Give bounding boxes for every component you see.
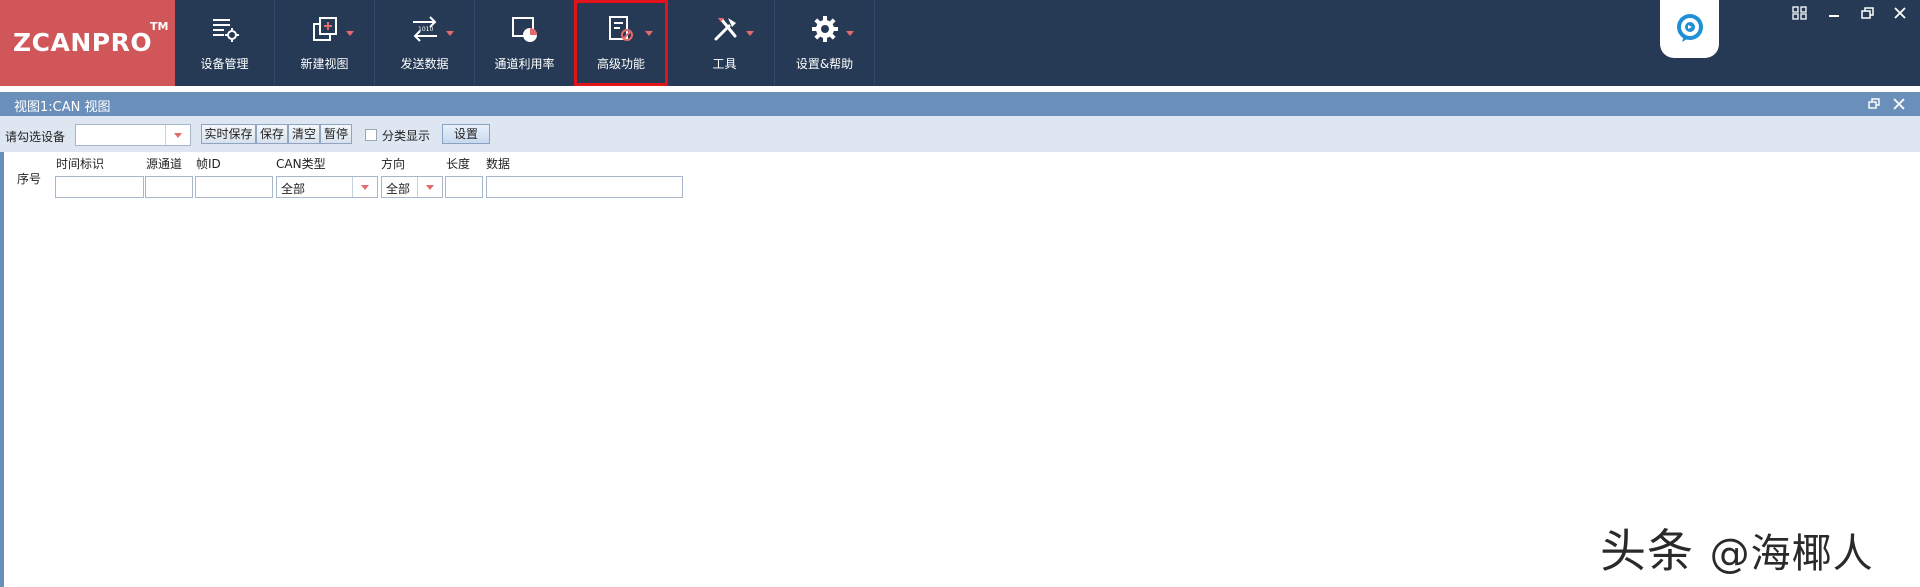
tool-label: 工具 xyxy=(712,57,737,71)
layout-icon xyxy=(1792,6,1807,20)
settings-button[interactable]: 设置 xyxy=(442,124,490,144)
tool-label: 发送数据 xyxy=(400,57,449,71)
restore-icon[interactable] xyxy=(1866,96,1882,112)
minimize-button[interactable] xyxy=(1825,6,1843,20)
tool-label: 通道利用率 xyxy=(494,57,555,71)
data-filter-input[interactable] xyxy=(486,176,683,198)
column-frame-id: 帧ID xyxy=(196,157,221,171)
chevron-down-icon xyxy=(746,31,754,36)
chevron-down-icon[interactable] xyxy=(352,177,377,197)
logo-text: ZCANPRO xyxy=(13,28,153,57)
can-type-filter-value: 全部 xyxy=(281,182,306,196)
save-button[interactable]: 保存 xyxy=(256,124,288,144)
restore-button[interactable] xyxy=(1858,6,1876,20)
column-timestamp: 时间标识 xyxy=(56,157,105,171)
chat-help-icon xyxy=(1677,14,1703,42)
frame-id-filter-input[interactable] xyxy=(195,176,273,198)
app-logo: ZCANPRO TM xyxy=(0,0,175,86)
ribbon-channel-usage-button[interactable]: 通道利用率 xyxy=(475,0,575,86)
ribbon-send-data-button[interactable]: 1010 发送数据 xyxy=(375,0,475,86)
tool-label: 设备管理 xyxy=(200,57,249,71)
column-length: 长度 xyxy=(446,157,471,171)
watermark-text-b: @海椰人 xyxy=(1709,531,1874,577)
advanced-icon xyxy=(609,16,633,41)
chevron-down-icon xyxy=(645,31,653,36)
new-view-icon xyxy=(312,17,337,41)
ribbon-advanced-button[interactable]: 高级功能 xyxy=(574,0,668,86)
source-channel-filter-input[interactable] xyxy=(145,176,193,198)
chevron-down-icon xyxy=(846,31,854,36)
direction-filter-value: 全部 xyxy=(386,182,411,196)
close-icon xyxy=(1894,7,1906,19)
device-manage-icon xyxy=(212,19,239,42)
layout-button[interactable] xyxy=(1791,6,1809,20)
tool-label: 新建视图 xyxy=(300,57,349,71)
ribbon-settings-help-button[interactable]: 设置&帮助 xyxy=(775,0,875,86)
view-titlebar: 视图1:CAN 视图 xyxy=(0,92,1920,116)
device-select[interactable] xyxy=(75,124,191,146)
help-chat-button[interactable] xyxy=(1660,0,1719,58)
classify-display-label: 分类显示 xyxy=(382,129,431,143)
column-source-channel: 源通道 xyxy=(146,157,183,171)
gear-icon xyxy=(811,16,838,42)
direction-filter-select[interactable]: 全部 xyxy=(381,176,443,198)
clear-button[interactable]: 清空 xyxy=(288,124,320,144)
logo-trademark: TM xyxy=(150,20,169,33)
column-can-type: CAN类型 xyxy=(276,157,326,171)
tool-label: 设置&帮助 xyxy=(795,57,854,71)
classify-display-checkbox[interactable] xyxy=(365,129,377,141)
minimize-icon xyxy=(1829,15,1839,17)
pause-button[interactable]: 暂停 xyxy=(320,124,352,144)
channel-usage-icon xyxy=(511,17,537,42)
svg-text:1010: 1010 xyxy=(418,26,433,33)
realtime-save-button[interactable]: 实时保存 xyxy=(201,124,256,144)
ribbon-device-manage-button[interactable]: 设备管理 xyxy=(175,0,275,86)
chevron-down-icon xyxy=(446,31,454,36)
ribbon-toolbar: ZCANPRO TM 设备管理 新建视图 1010 发送数据 通道利用率 高级功… xyxy=(0,0,1920,86)
length-filter-input[interactable] xyxy=(445,176,483,198)
device-select-label: 请勾选设备 xyxy=(5,130,66,144)
chevron-down-icon xyxy=(346,31,354,36)
chevron-down-icon[interactable] xyxy=(165,125,190,145)
watermark-text-a: 头条 xyxy=(1600,524,1694,578)
ribbon-new-view-button[interactable]: 新建视图 xyxy=(275,0,375,86)
send-data-icon: 1010 xyxy=(412,16,437,42)
can-type-filter-select[interactable]: 全部 xyxy=(276,176,378,198)
column-direction: 方向 xyxy=(381,157,406,171)
column-data: 数据 xyxy=(486,157,511,171)
view-title: 视图1:CAN 视图 xyxy=(14,100,111,115)
view-toolbar: 请勾选设备 实时保存 保存 清空 暂停 分类显示 设置 xyxy=(0,116,1920,152)
watermark: 头条 @海椰人 xyxy=(1600,515,1874,581)
close-icon[interactable] xyxy=(1891,96,1907,112)
column-seq: 序号 xyxy=(17,172,42,186)
tool-label: 高级功能 xyxy=(596,57,645,71)
chevron-down-icon[interactable] xyxy=(417,177,442,197)
close-button[interactable] xyxy=(1891,6,1909,20)
restore-icon xyxy=(1861,7,1874,19)
timestamp-filter-input[interactable] xyxy=(55,176,144,198)
ribbon-tools-button[interactable]: 工具 xyxy=(675,0,775,86)
tools-icon xyxy=(714,18,736,41)
view-left-border xyxy=(0,92,4,587)
